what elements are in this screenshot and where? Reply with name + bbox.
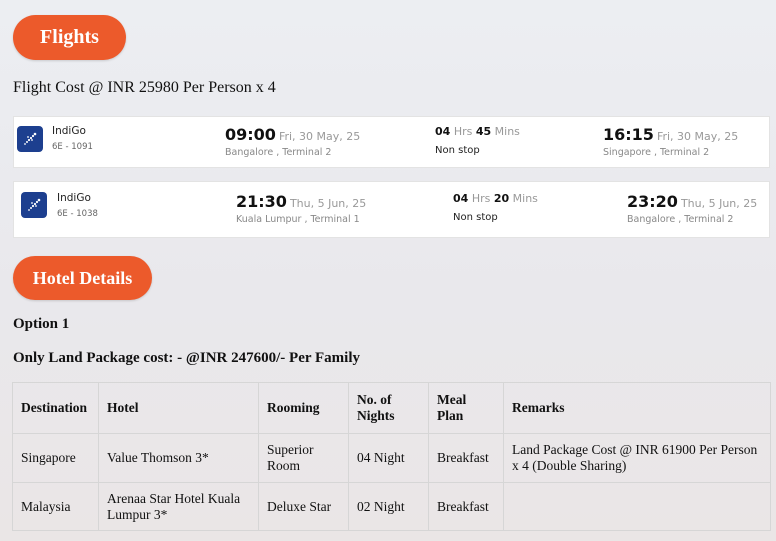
airline-name: IndiGo (52, 125, 86, 137)
departure-time: 09:00 Fri, 30 May, 25 (225, 125, 360, 144)
header-meal-plan: Meal Plan (428, 382, 504, 434)
duration-hours-unit: Hrs (471, 192, 491, 205)
airline-name: IndiGo (57, 192, 91, 204)
flight-duration: 04 Hrs 20 Mins (453, 192, 538, 205)
cell-meal-plan: Breakfast (428, 433, 504, 483)
arrival-place: Bangalore , Terminal 2 (627, 214, 734, 225)
cell-remarks (503, 482, 771, 531)
stops-text: Non stop (453, 212, 498, 223)
flight-card: IndiGo 6E - 1038 21:30 Thu, 5 Jun, 25 Kua… (13, 181, 770, 238)
duration-minutes-unit: Mins (512, 192, 538, 205)
duration-minutes-unit: Mins (494, 125, 520, 138)
cell-rooming: Deluxe Star (258, 482, 349, 531)
table-header-row: Destination Hotel Rooming No. of Nights … (12, 382, 771, 434)
flight-duration: 04 Hrs 45 Mins (435, 125, 520, 138)
cell-nights: 04 Night (348, 433, 429, 483)
cell-destination: Malaysia (12, 482, 99, 531)
arrival-date: Fri, 30 May, 25 (656, 130, 739, 143)
indigo-logo-icon (17, 126, 43, 152)
header-remarks: Remarks (503, 382, 771, 434)
cell-remarks: Land Package Cost @ INR 61900 Per Person… (503, 433, 771, 483)
header-hotel: Hotel (98, 382, 259, 434)
cell-nights: 02 Night (348, 482, 429, 531)
flight-number: 6E - 1038 (57, 209, 98, 219)
flight-cost-text: Flight Cost @ INR 25980 Per Person x 4 (13, 79, 276, 96)
arrival-time-value: 23:20 (627, 192, 678, 211)
header-destination: Destination (12, 382, 99, 434)
duration-minutes: 45 (475, 125, 492, 138)
cell-meal-plan: Breakfast (428, 482, 504, 531)
duration-hours-unit: Hrs (453, 125, 473, 138)
table-row: Malaysia Arenaa Star Hotel Kuala Lumpur … (12, 482, 771, 531)
arrival-place: Singapore , Terminal 2 (603, 147, 710, 158)
departure-date: Thu, 5 Jun, 25 (289, 197, 367, 210)
duration-minutes: 20 (493, 192, 510, 205)
flights-section-heading: Flights (13, 15, 126, 60)
duration-hours: 04 (453, 192, 469, 205)
departure-place: Bangalore , Terminal 2 (225, 147, 332, 158)
arrival-time: 23:20 Thu, 5 Jun, 25 (627, 192, 757, 211)
indigo-logo-icon (21, 192, 47, 218)
land-package-cost: Only Land Package cost: - @INR 247600/- … (13, 350, 360, 366)
departure-time: 21:30 Thu, 5 Jun, 25 (236, 192, 366, 211)
table-row: Singapore Value Thomson 3* Superior Room… (12, 433, 771, 483)
flight-number: 6E - 1091 (52, 142, 93, 152)
option-label: Option 1 (13, 316, 70, 332)
cell-hotel: Arenaa Star Hotel Kuala Lumpur 3* (98, 482, 259, 531)
hotel-details-table: Destination Hotel Rooming No. of Nights … (12, 382, 771, 531)
departure-date: Fri, 30 May, 25 (278, 130, 361, 143)
header-nights: No. of Nights (348, 382, 429, 434)
arrival-date: Thu, 5 Jun, 25 (680, 197, 758, 210)
duration-hours: 04 (435, 125, 451, 138)
cell-destination: Singapore (12, 433, 99, 483)
stops-text: Non stop (435, 145, 480, 156)
cell-rooming: Superior Room (258, 433, 349, 483)
header-rooming: Rooming (258, 382, 349, 434)
departure-time-value: 21:30 (236, 192, 287, 211)
arrival-time: 16:15 Fri, 30 May, 25 (603, 125, 738, 144)
departure-place: Kuala Lumpur , Terminal 1 (236, 214, 360, 225)
cell-hotel: Value Thomson 3* (98, 433, 259, 483)
arrival-time-value: 16:15 (603, 125, 654, 144)
departure-time-value: 09:00 (225, 125, 276, 144)
hotel-details-section-heading: Hotel Details (13, 256, 152, 300)
flight-card: IndiGo 6E - 1091 09:00 Fri, 30 May, 25 Ba… (13, 116, 770, 168)
